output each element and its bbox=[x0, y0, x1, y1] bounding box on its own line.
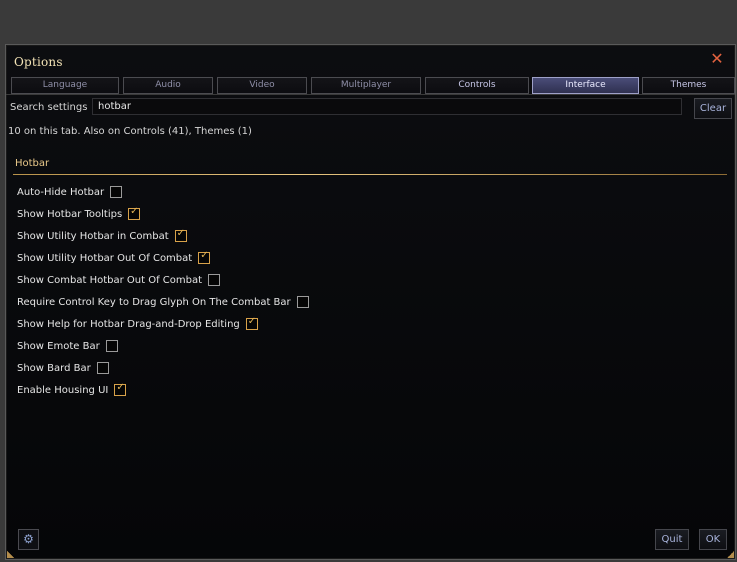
setting-checkbox[interactable] bbox=[114, 382, 127, 396]
corner-ornament-left bbox=[7, 548, 17, 558]
ok-button[interactable]: OK bbox=[699, 529, 727, 550]
clear-button[interactable]: Clear bbox=[694, 98, 732, 119]
title-bar: Options ✕ bbox=[6, 45, 735, 75]
tab-divider bbox=[6, 94, 735, 95]
options-window: Options ✕ Language Audio Video Multiplay… bbox=[5, 44, 736, 560]
search-label: Search settings bbox=[10, 102, 88, 113]
setting-label: Show Help for Hotbar Drag-and-Drop Editi… bbox=[17, 318, 240, 330]
setting-checkbox[interactable] bbox=[174, 228, 187, 242]
setting-checkbox[interactable] bbox=[105, 340, 118, 352]
setting-row: Enable Housing UI bbox=[17, 379, 309, 401]
tab-controls[interactable]: Controls bbox=[425, 77, 529, 94]
setting-row: Show Utility Hotbar in Combat bbox=[17, 225, 309, 247]
tab-multiplayer[interactable]: Multiplayer bbox=[311, 77, 421, 94]
close-icon[interactable]: ✕ bbox=[709, 51, 725, 67]
tab-interface[interactable]: Interface bbox=[532, 77, 639, 94]
setting-label: Show Utility Hotbar Out Of Combat bbox=[17, 252, 193, 264]
setting-label: Show Combat Hotbar Out Of Combat bbox=[17, 274, 203, 286]
tab-video[interactable]: Video bbox=[217, 77, 307, 94]
setting-label: Show Emote Bar bbox=[17, 340, 100, 352]
setting-row: Auto-Hide Hotbar bbox=[17, 181, 309, 203]
setting-checkbox[interactable] bbox=[198, 250, 211, 264]
setting-label: Show Hotbar Tooltips bbox=[17, 208, 123, 220]
tab-language[interactable]: Language bbox=[11, 77, 119, 94]
corner-ornament-right bbox=[724, 548, 734, 558]
setting-checkbox[interactable] bbox=[245, 316, 258, 330]
search-results-summary: 10 on this tab. Also on Controls (41), T… bbox=[8, 126, 252, 137]
section-divider bbox=[13, 174, 727, 175]
setting-checkbox[interactable] bbox=[296, 296, 309, 308]
setting-checkbox[interactable] bbox=[208, 274, 221, 286]
tab-audio[interactable]: Audio bbox=[123, 77, 213, 94]
setting-row: Show Utility Hotbar Out Of Combat bbox=[17, 247, 309, 269]
setting-label: Require Control Key to Drag Glyph On The… bbox=[17, 296, 291, 308]
section-title: Hotbar bbox=[15, 158, 50, 169]
setting-row: Require Control Key to Drag Glyph On The… bbox=[17, 291, 309, 313]
setting-row: Show Bard Bar bbox=[17, 357, 309, 379]
gear-icon[interactable]: ⚙ bbox=[18, 529, 39, 550]
setting-row: Show Emote Bar bbox=[17, 335, 309, 357]
setting-row: Show Help for Hotbar Drag-and-Drop Editi… bbox=[17, 313, 309, 335]
tab-bar: Language Audio Video Multiplayer Control… bbox=[11, 77, 735, 94]
window-title: Options bbox=[14, 55, 63, 69]
setting-row: Show Combat Hotbar Out Of Combat bbox=[17, 269, 309, 291]
setting-checkbox[interactable] bbox=[128, 206, 141, 220]
tab-themes[interactable]: Themes bbox=[642, 77, 735, 94]
settings-list: Auto-Hide Hotbar Show Hotbar Tooltips Sh… bbox=[17, 181, 309, 401]
setting-label: Enable Housing UI bbox=[17, 384, 109, 396]
search-input[interactable] bbox=[92, 98, 682, 115]
setting-label: Show Utility Hotbar in Combat bbox=[17, 230, 169, 242]
setting-row: Show Hotbar Tooltips bbox=[17, 203, 309, 225]
setting-label: Auto-Hide Hotbar bbox=[17, 186, 105, 198]
setting-checkbox[interactable] bbox=[96, 362, 109, 374]
setting-label: Show Bard Bar bbox=[17, 362, 91, 374]
quit-button[interactable]: Quit bbox=[655, 529, 689, 550]
setting-checkbox[interactable] bbox=[110, 186, 123, 198]
